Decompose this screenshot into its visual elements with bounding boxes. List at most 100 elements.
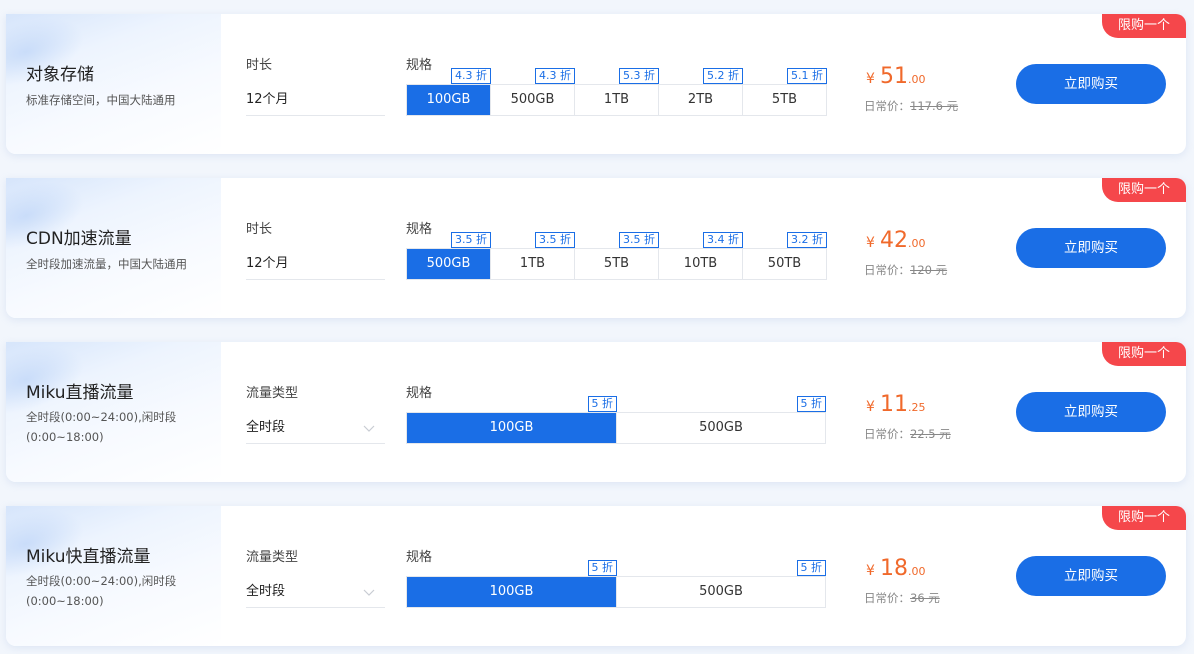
price-currency: ¥ — [866, 399, 875, 415]
spec-option-label: 500GB — [699, 420, 743, 435]
product-card-miku-fast-live: Miku快直播流量 全时段(0:00~24:00),闲时段(0:00~18:00… — [6, 506, 1186, 646]
spec-option-500gb[interactable]: 500GB 4.3 折 — [491, 68, 575, 115]
price-decimal: .25 — [908, 401, 926, 414]
promo-price: ¥ 11.25 — [866, 392, 926, 417]
spec-options: 500GB 3.5 折 1TB 3.5 折 5TB 3.5 折 10TB 3.4… — [406, 232, 827, 280]
spec-option-1tb[interactable]: 1TB 5.3 折 — [575, 68, 659, 115]
spec-options: 100GB 5 折 500GB 5 折 — [406, 560, 826, 608]
spec-option-label: 50TB — [767, 256, 802, 271]
price-currency: ¥ — [866, 563, 875, 579]
spec-option-label: 2TB — [687, 92, 714, 107]
spec-option-500gb[interactable]: 500GB 5 折 — [617, 396, 826, 443]
discount-tag: 5 折 — [796, 396, 826, 412]
product-description: 全时段加速流量，中国大陆通用 — [26, 257, 187, 271]
product-title: 对象存储 — [26, 65, 94, 85]
traffic-type-select[interactable]: 全时段 — [246, 576, 385, 608]
spec-option-label: 100GB — [489, 420, 534, 435]
spec-option-500gb[interactable]: 500GB 5 折 — [617, 560, 826, 607]
spec-option-2tb[interactable]: 2TB 5.2 折 — [659, 68, 743, 115]
spec-option-100gb[interactable]: 100GB 4.3 折 — [407, 68, 491, 115]
spec-option-100gb[interactable]: 100GB 5 折 — [407, 396, 617, 443]
product-card-miku-live: Miku直播流量 全时段(0:00~24:00),闲时段(0:00~18:00)… — [6, 342, 1186, 482]
limit-badge: 限购一个 — [1102, 506, 1186, 530]
buy-now-button[interactable]: 立即购买 — [1016, 556, 1166, 596]
chevron-down-icon — [363, 589, 375, 596]
spec-option-label: 100GB — [426, 92, 471, 107]
traffic-type-value: 全时段 — [246, 420, 286, 435]
product-description: 全时段(0:00~24:00),闲时段(0:00~18:00) — [26, 410, 177, 444]
product-card-cdn: CDN加速流量 全时段加速流量，中国大陆通用 时长 12个月 规格 500GB … — [6, 178, 1186, 318]
spec-label: 规格 — [406, 386, 433, 401]
original-price-label: 日常价： — [864, 591, 910, 605]
spec-option-50tb[interactable]: 50TB 3.2 折 — [743, 232, 827, 279]
spec-option-label: 10TB — [683, 256, 718, 271]
original-price-value: 36 元 — [910, 591, 940, 605]
original-price-value: 22.5 元 — [910, 427, 951, 441]
spec-option-label: 500GB — [510, 92, 555, 107]
traffic-type-value: 全时段 — [246, 584, 286, 599]
discount-tag: 4.3 折 — [535, 68, 575, 84]
traffic-type-label: 流量类型 — [246, 550, 299, 565]
discount-tag: 3.4 折 — [703, 232, 743, 248]
limit-badge: 限购一个 — [1102, 14, 1186, 38]
product-title: Miku直播流量 — [26, 383, 134, 403]
price-currency: ¥ — [866, 235, 875, 251]
product-card-object-storage: 对象存储 标准存储空间，中国大陆通用 时长 12个月 规格 100GB 4.3 … — [6, 14, 1186, 154]
product-title: CDN加速流量 — [26, 229, 132, 249]
discount-tag: 5 折 — [587, 560, 617, 576]
spec-label: 规格 — [406, 58, 433, 73]
original-price: 日常价：117.6 元 — [864, 98, 958, 114]
spec-label: 规格 — [406, 222, 433, 237]
spec-option-label: 1TB — [519, 256, 546, 271]
product-title: Miku快直播流量 — [26, 547, 151, 567]
original-price-label: 日常价： — [864, 99, 910, 113]
spec-option-label: 500GB — [426, 256, 471, 271]
duration-field[interactable]: 12个月 — [246, 248, 385, 280]
discount-tag: 3.5 折 — [619, 232, 659, 248]
price-integer: 18 — [880, 556, 909, 581]
original-price-value: 117.6 元 — [910, 99, 959, 113]
spec-option-5tb[interactable]: 5TB 5.1 折 — [743, 68, 827, 115]
discount-tag: 5 折 — [796, 560, 826, 576]
spec-option-10tb[interactable]: 10TB 3.4 折 — [659, 232, 743, 279]
discount-tag: 5.2 折 — [703, 68, 743, 84]
promo-price: ¥ 42.00 — [866, 228, 926, 253]
duration-field[interactable]: 12个月 — [246, 84, 385, 116]
spec-options: 100GB 4.3 折 500GB 4.3 折 1TB 5.3 折 2TB 5.… — [406, 68, 827, 116]
spec-option-500gb[interactable]: 500GB 3.5 折 — [407, 232, 491, 279]
price-integer: 11 — [880, 392, 909, 417]
buy-now-button[interactable]: 立即购买 — [1016, 392, 1166, 432]
original-price: 日常价：120 元 — [864, 262, 947, 278]
discount-tag: 4.3 折 — [451, 68, 491, 84]
product-description: 全时段(0:00~24:00),闲时段(0:00~18:00) — [26, 574, 177, 608]
duration-label: 时长 — [246, 222, 273, 237]
traffic-type-select[interactable]: 全时段 — [246, 412, 385, 444]
spec-option-label: 1TB — [603, 92, 630, 107]
promo-price: ¥ 51.00 — [866, 64, 926, 89]
discount-tag: 5.1 折 — [787, 68, 827, 84]
price-currency: ¥ — [866, 71, 875, 87]
limit-badge: 限购一个 — [1102, 342, 1186, 366]
buy-now-button[interactable]: 立即购买 — [1016, 64, 1166, 104]
spec-option-1tb[interactable]: 1TB 3.5 折 — [491, 232, 575, 279]
limit-badge: 限购一个 — [1102, 178, 1186, 202]
spec-option-5tb[interactable]: 5TB 3.5 折 — [575, 232, 659, 279]
discount-tag: 5 折 — [587, 396, 617, 412]
discount-tag: 5.3 折 — [619, 68, 659, 84]
spec-option-label: 500GB — [699, 584, 743, 599]
original-price-label: 日常价： — [864, 427, 910, 441]
price-decimal: .00 — [908, 73, 926, 86]
original-price: 日常价：36 元 — [864, 590, 940, 606]
promo-price: ¥ 18.00 — [866, 556, 926, 581]
price-integer: 51 — [880, 64, 909, 89]
spec-option-100gb[interactable]: 100GB 5 折 — [407, 560, 617, 607]
chevron-down-icon — [363, 425, 375, 432]
discount-tag: 3.5 折 — [451, 232, 491, 248]
price-decimal: .00 — [908, 237, 926, 250]
original-price-value: 120 元 — [910, 263, 948, 277]
price-decimal: .00 — [908, 565, 926, 578]
buy-now-button[interactable]: 立即购买 — [1016, 228, 1166, 268]
spec-option-label: 5TB — [603, 256, 630, 271]
traffic-type-label: 流量类型 — [246, 386, 299, 401]
duration-label: 时长 — [246, 58, 273, 73]
